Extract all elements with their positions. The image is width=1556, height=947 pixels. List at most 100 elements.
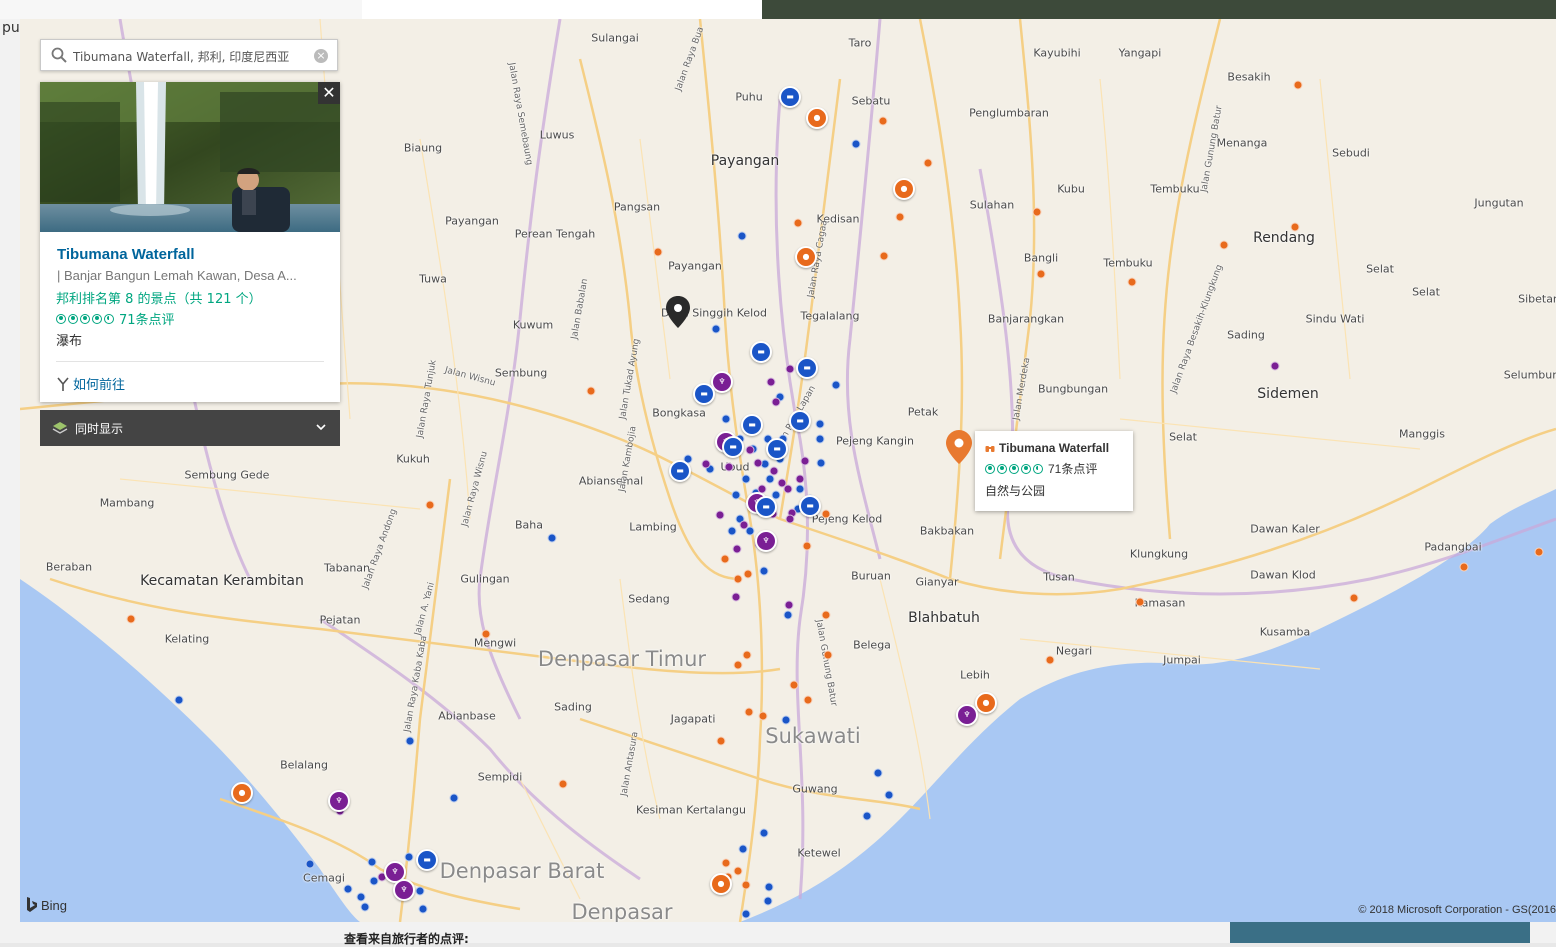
popup-title[interactable]: Tibumana Waterfall [999,441,1109,455]
hotel-dot[interactable] [862,811,872,821]
restaurant-dot[interactable] [753,458,763,468]
hotel-pin-icon[interactable]: ▬ [799,495,821,517]
also-show-dropdown[interactable]: 同时显示 [40,410,340,446]
hotel-dot[interactable] [765,474,775,484]
attraction-pin-icon[interactable]: ● [893,178,915,200]
restaurant-pin-icon[interactable]: ♆ [755,530,777,552]
hotel-dot[interactable] [763,896,773,906]
review-count-link[interactable]: 71条点评 [119,309,175,328]
hotel-dot[interactable] [360,902,370,912]
hotel-dot[interactable] [405,736,415,746]
hotel-dot[interactable] [449,793,459,803]
hotel-dot[interactable] [404,852,414,862]
hotel-dot[interactable] [873,768,883,778]
attraction-dot[interactable] [802,541,812,551]
restaurant-dot[interactable] [701,459,711,469]
restaurant-pin-icon[interactable]: ♆ [393,879,415,901]
attraction-dot[interactable] [733,660,743,670]
attraction-dot[interactable] [879,251,889,261]
hotel-dot[interactable] [737,231,747,241]
attraction-dot[interactable] [586,386,596,396]
hotel-dot[interactable] [738,844,748,854]
restaurant-dot[interactable] [715,510,725,520]
hotel-dot[interactable] [418,904,428,914]
attraction-pin-icon[interactable]: ● [710,873,732,895]
hotel-pin-icon[interactable]: ▬ [741,414,763,436]
attraction-dot[interactable] [425,500,435,510]
restaurant-dot[interactable] [771,397,781,407]
close-card-button[interactable]: ✕ [318,82,340,104]
attraction-dot[interactable] [743,569,753,579]
attraction-dot[interactable] [823,650,833,660]
restaurant-dot[interactable] [739,520,749,530]
restaurant-pin-icon[interactable]: ♆ [956,704,978,726]
hotel-pin-icon[interactable]: ▬ [750,341,772,363]
hotel-dot[interactable] [356,892,366,902]
attraction-dot[interactable] [803,695,813,705]
attraction-dot[interactable] [1459,562,1469,572]
location-marker-icon[interactable] [666,296,690,332]
attraction-dot[interactable] [1135,597,1145,607]
selected-attraction-marker-icon[interactable] [946,430,972,468]
marker-popup[interactable]: Tibumana Waterfall 71条点评 自然与公园 [975,431,1133,511]
hotel-dot[interactable] [174,695,184,705]
hotel-dot[interactable] [741,909,751,919]
hotel-dot[interactable] [731,490,741,500]
hotel-pin-icon[interactable]: ▬ [669,460,691,482]
hotel-pin-icon[interactable]: ▬ [766,438,788,460]
attraction-dot[interactable] [733,866,743,876]
hotel-pin-icon[interactable]: ▬ [789,410,811,432]
hotel-dot[interactable] [851,139,861,149]
attraction-dot[interactable] [789,680,799,690]
attraction-dot[interactable] [741,880,751,890]
attraction-dot[interactable] [716,736,726,746]
hotel-dot[interactable] [711,324,721,334]
hotel-dot[interactable] [727,526,737,536]
attraction-dot[interactable] [744,707,754,717]
attraction-dot[interactable] [895,212,905,222]
hotel-pin-icon[interactable]: ▬ [796,357,818,379]
attraction-dot[interactable] [1293,80,1303,90]
attraction-dot[interactable] [126,614,136,624]
attraction-dot[interactable] [878,116,888,126]
restaurant-dot[interactable] [783,484,793,494]
attraction-pin-icon[interactable]: ● [975,692,997,714]
attraction-pin-icon[interactable]: ● [231,782,253,804]
hotel-dot[interactable] [783,610,793,620]
attraction-pin-icon[interactable]: ● [795,246,817,268]
hotel-dot[interactable] [884,790,894,800]
bing-logo[interactable]: Bing [26,897,67,913]
restaurant-dot[interactable] [766,377,776,387]
attraction-photo[interactable] [40,82,340,232]
hotel-pin-icon[interactable]: ▬ [779,86,801,108]
clear-search-icon[interactable]: × [314,49,328,63]
restaurant-dot[interactable] [745,445,755,455]
attraction-dot[interactable] [1045,655,1055,665]
attraction-dot[interactable] [793,218,803,228]
restaurant-dot[interactable] [795,474,805,484]
restaurant-dot[interactable] [785,364,795,374]
restaurant-dot[interactable] [731,592,741,602]
hotel-dot[interactable] [759,828,769,838]
restaurant-dot[interactable] [800,456,810,466]
hotel-dot[interactable] [815,419,825,429]
restaurant-dot[interactable] [1270,361,1280,371]
attraction-dot[interactable] [720,554,730,564]
restaurant-dot[interactable] [732,544,742,554]
hotel-dot[interactable] [343,884,353,894]
hotel-pin-icon[interactable]: ▬ [722,436,744,458]
hotel-dot[interactable] [759,566,769,576]
hotel-dot[interactable] [721,414,731,424]
restaurant-dot[interactable] [769,466,779,476]
attraction-dot[interactable] [1290,222,1300,232]
attraction-dot[interactable] [821,509,831,519]
hotel-dot[interactable] [795,484,805,494]
attraction-dot[interactable] [733,574,743,584]
restaurant-dot[interactable] [785,514,795,524]
attraction-dot[interactable] [1032,207,1042,217]
attraction-dot[interactable] [821,610,831,620]
hotel-dot[interactable] [816,458,826,468]
attraction-dot[interactable] [758,711,768,721]
attraction-dot[interactable] [1036,269,1046,279]
attraction-dot[interactable] [1534,547,1544,557]
